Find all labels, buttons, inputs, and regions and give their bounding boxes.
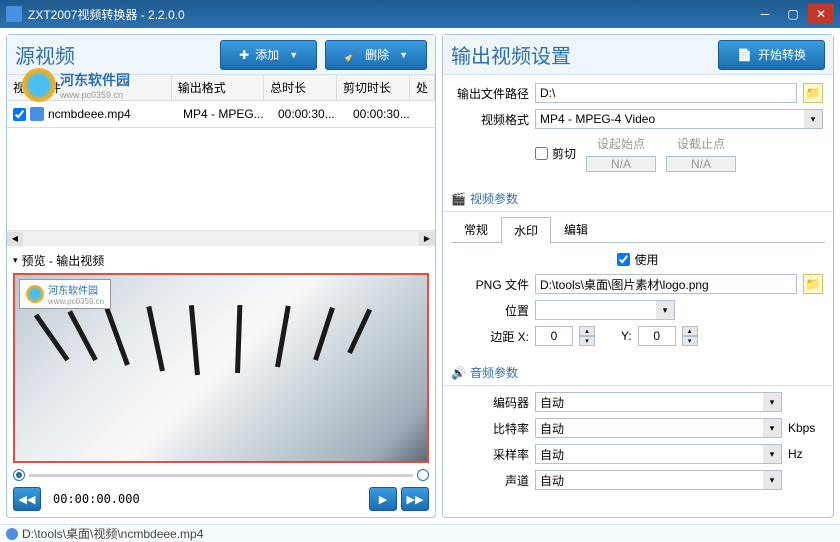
video-tabs: 常规 水印 编辑	[451, 216, 825, 243]
status-icon	[6, 528, 18, 540]
bitrate-dropdown[interactable]: 自动 ▾	[535, 418, 782, 438]
statusbar: D:\tools\桌面\视频\ncmbdeee.mp4	[0, 524, 840, 542]
watermark-logo-icon	[26, 285, 44, 303]
col-cut[interactable]: 剪切时长	[337, 75, 410, 100]
use-watermark-checkbox[interactable]	[617, 253, 630, 266]
add-button[interactable]: ✚ 添加 ▼	[220, 40, 317, 70]
table-header: 视频文件 输出格式 总时长 剪切时长 处	[7, 75, 435, 101]
output-path-input[interactable]	[535, 83, 797, 103]
col-file[interactable]: 视频文件	[7, 75, 172, 100]
minimize-button[interactable]: ─	[752, 4, 778, 24]
maximize-button[interactable]: ▢	[780, 4, 806, 24]
row-cut: 00:00:30...	[347, 103, 422, 125]
margin-y-spinner[interactable]: ▴▾	[682, 326, 698, 346]
app-icon	[6, 6, 22, 22]
close-button[interactable]: ✕	[808, 4, 834, 24]
source-video-panel: 河东软件园 www.pc0359.cn 源视频 ✚ 添加 ▼ 🧹 删除 ▼	[6, 34, 436, 518]
source-title: 源视频	[15, 40, 75, 69]
chevron-down-icon: ▾	[763, 471, 781, 489]
preview-label: ▾ 预览 - 输出视频	[13, 252, 429, 269]
horizontal-scrollbar[interactable]: ◀ ▶	[7, 230, 435, 246]
col-format[interactable]: 输出格式	[172, 75, 264, 100]
encoder-dropdown[interactable]: 自动 ▾	[535, 392, 782, 412]
video-params-header: 🎬 视频参数	[443, 186, 833, 212]
samplerate-label: 采样率	[453, 446, 529, 463]
kbps-label: Kbps	[788, 421, 823, 435]
timecode: 00:00:00.000	[45, 492, 365, 506]
table-row[interactable]: ncmbdeee.mp4 MP4 - MPEG... 00:00:30... 0…	[7, 101, 435, 127]
margin-x-input[interactable]	[535, 326, 573, 346]
margin-y-label: Y:	[621, 329, 632, 343]
cut-checkbox[interactable]	[535, 147, 548, 160]
output-path-label: 输出文件路径	[453, 85, 529, 102]
cut-end-label: 设截止点	[677, 135, 725, 152]
file-table: 视频文件 输出格式 总时长 剪切时长 处 ncmbdeee.mp4 MP4 - …	[7, 75, 435, 128]
row-filename: ncmbdeee.mp4	[48, 107, 131, 121]
video-format-label: 视频格式	[453, 111, 529, 128]
cut-end-input	[666, 156, 736, 172]
preview-watermark: 河东软件园 www.pc0359.cn	[19, 279, 111, 309]
video-format-dropdown[interactable]: MP4 - MPEG-4 Video ▾	[535, 109, 823, 129]
preview-area[interactable]: 河东软件园 www.pc0359.cn	[13, 273, 429, 463]
scroll-right-icon[interactable]: ▶	[419, 232, 435, 246]
play-button[interactable]: ▶	[369, 487, 397, 511]
chevron-down-icon: ▾	[656, 301, 674, 319]
chevron-down-icon: ▾	[804, 110, 822, 128]
chevron-down-icon: ▾	[763, 445, 781, 463]
hz-label: Hz	[788, 447, 823, 461]
window-title: ZXT2007视频转换器 - 2.2.0.0	[28, 6, 752, 23]
seek-slider[interactable]	[13, 469, 429, 481]
broom-icon: 🧹	[344, 48, 359, 62]
browse-png-button[interactable]: 📁	[803, 274, 823, 294]
tab-watermark[interactable]: 水印	[501, 217, 551, 243]
chevron-down-icon: ▼	[289, 50, 298, 60]
encoder-label: 编码器	[453, 394, 529, 411]
chevron-down-icon: ▼	[399, 50, 408, 60]
position-dropdown[interactable]: ▾	[535, 300, 675, 320]
output-settings-panel: 输出视频设置 📄 开始转换 输出文件路径 📁 视频格式 MP4 - MPEG-4…	[442, 34, 834, 518]
plus-icon: ✚	[239, 48, 249, 62]
png-file-input[interactable]	[535, 274, 797, 294]
col-duration[interactable]: 总时长	[264, 75, 337, 100]
video-icon: 🎬	[451, 192, 466, 206]
margin-x-spinner[interactable]: ▴▾	[579, 326, 595, 346]
row-checkbox[interactable]	[13, 108, 26, 121]
tab-edit[interactable]: 编辑	[551, 216, 601, 242]
folder-icon: 📁	[806, 277, 821, 291]
status-path: D:\tools\桌面\视频\ncmbdeee.mp4	[22, 525, 203, 542]
delete-button[interactable]: 🧹 删除 ▼	[325, 40, 427, 70]
chevron-down-icon: ▾	[13, 255, 18, 266]
cut-start-input	[586, 156, 656, 172]
forward-button[interactable]: ▶▶	[401, 487, 429, 511]
seek-thumb[interactable]	[13, 469, 25, 481]
row-duration: 00:00:30...	[272, 103, 347, 125]
scroll-left-icon[interactable]: ◀	[7, 232, 23, 246]
seek-end[interactable]	[417, 469, 429, 481]
audio-icon: 🔊	[451, 366, 466, 380]
png-file-label: PNG 文件	[453, 276, 529, 293]
titlebar: ZXT2007视频转换器 - 2.2.0.0 ─ ▢ ✕	[0, 0, 840, 28]
margin-x-label: 边距 X:	[453, 328, 529, 345]
folder-icon: 📁	[806, 86, 821, 100]
output-title: 输出视频设置	[451, 40, 571, 69]
audio-params-header: 🔊 音频参数	[443, 360, 833, 386]
position-label: 位置	[453, 302, 529, 319]
convert-icon: 📄	[737, 48, 752, 62]
channel-label: 声道	[453, 472, 529, 489]
samplerate-dropdown[interactable]: 自动 ▾	[535, 444, 782, 464]
cut-start-label: 设起始点	[597, 135, 645, 152]
rewind-button[interactable]: ◀◀	[13, 487, 41, 511]
chevron-down-icon: ▾	[763, 393, 781, 411]
start-convert-button[interactable]: 📄 开始转换	[718, 40, 825, 70]
channel-dropdown[interactable]: 自动 ▾	[535, 470, 782, 490]
tab-general[interactable]: 常规	[451, 216, 501, 242]
margin-y-input[interactable]	[638, 326, 676, 346]
chevron-down-icon: ▾	[763, 419, 781, 437]
bitrate-label: 比特率	[453, 420, 529, 437]
browse-folder-button[interactable]: 📁	[803, 83, 823, 103]
video-file-icon	[30, 107, 44, 121]
col-process[interactable]: 处	[410, 75, 435, 100]
row-format: MP4 - MPEG...	[177, 103, 272, 125]
